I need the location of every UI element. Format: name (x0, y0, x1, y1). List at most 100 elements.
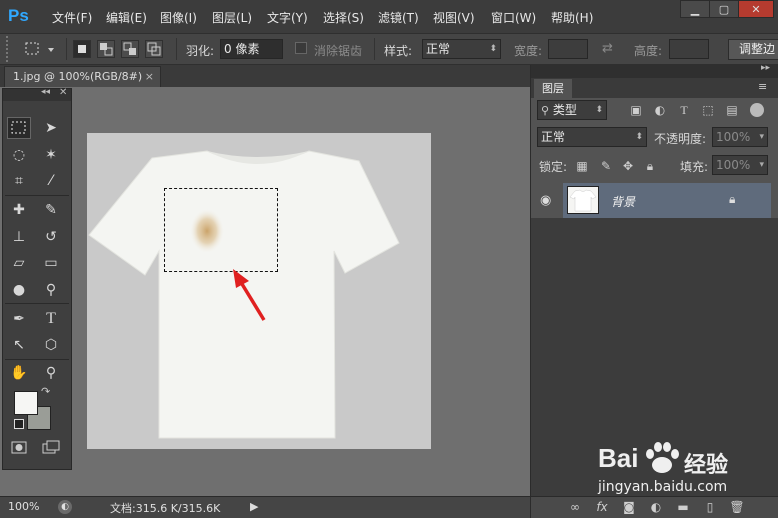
status-info-icon[interactable]: ◐ (58, 500, 72, 514)
maximize-button[interactable]: ▢ (709, 0, 739, 18)
move-tool[interactable]: ➤ (39, 117, 63, 139)
filter-adjustment-icon[interactable]: ◐ (652, 102, 668, 118)
default-colors-icon[interactable] (14, 419, 24, 429)
filter-smart-object-icon[interactable]: ▤ (724, 102, 740, 118)
gradient-tool[interactable]: ▭ (39, 252, 63, 274)
delete-layer-icon[interactable]: 🗑︎ (729, 499, 745, 515)
height-label: 高度: (634, 44, 663, 58)
select-arrows-icon: ⬍ (635, 132, 643, 142)
menu-help[interactable]: 帮助(H) (551, 9, 593, 26)
zoom-icon: ⚲ (45, 365, 57, 381)
menu-select[interactable]: 选择(S) (323, 9, 364, 26)
screen-mode-button[interactable] (39, 439, 63, 461)
refine-edge-button[interactable]: 调整边 (728, 39, 778, 60)
spot-healing-tool[interactable]: ✚ (7, 199, 31, 221)
menu-view[interactable]: 视图(V) (433, 9, 475, 26)
expand-panels-icon[interactable]: ▸▸ (761, 63, 770, 73)
feather-input[interactable]: 0 像素 (220, 39, 283, 59)
shape-tool[interactable]: ⬡ (39, 334, 63, 356)
dodge-icon: ⚲ (45, 282, 57, 298)
panel-menu-icon[interactable]: ≡ (758, 80, 767, 93)
add-selection-button[interactable] (97, 40, 115, 58)
new-group-icon[interactable]: ▬ (675, 499, 691, 515)
clone-stamp-tool[interactable]: ⊥ (7, 226, 31, 248)
menu-layer[interactable]: 图层(L) (212, 9, 252, 26)
menu-window[interactable]: 窗口(W) (491, 9, 536, 26)
link-layers-icon[interactable]: ∞ (567, 499, 583, 515)
new-selection-icon (78, 45, 86, 53)
zoom-tool[interactable]: ⚲ (39, 362, 63, 384)
width-input[interactable] (548, 39, 588, 59)
hand-tool[interactable]: ✋ (7, 362, 31, 384)
close-tab-icon[interactable]: × (145, 67, 154, 87)
divider (176, 38, 177, 60)
history-brush-tool[interactable]: ↺ (39, 226, 63, 248)
close-toolbox-icon[interactable]: ✕ (59, 87, 67, 98)
collapse-icon[interactable]: ◂◂ (41, 87, 50, 97)
tool-preset-picker[interactable] (22, 40, 58, 58)
magic-wand-tool[interactable]: ✶ (39, 144, 63, 166)
adjustment-layer-icon[interactable]: ◐ (648, 499, 664, 515)
crop-tool[interactable]: ⌗ (7, 170, 31, 192)
watermark-brand-suffix: 经验 (684, 453, 729, 478)
layer-filter-select[interactable]: ⚲ 类型 ⬍ (537, 100, 607, 120)
layer-name[interactable]: 背景 (611, 193, 635, 210)
tab-layers[interactable]: 图层 (534, 79, 572, 98)
gradient-icon: ▭ (44, 255, 58, 271)
intersect-selection-button[interactable] (145, 40, 163, 58)
menu-type[interactable]: 文字(Y) (267, 9, 308, 26)
menu-file[interactable]: 文件(F) (52, 9, 92, 26)
status-menu-arrow-icon[interactable]: ▶ (250, 500, 258, 513)
filter-pixel-icon[interactable]: ▣ (628, 102, 644, 118)
menu-image[interactable]: 图像(I) (160, 9, 197, 26)
subtract-selection-icon (123, 42, 136, 55)
antialias-checkbox[interactable] (295, 42, 307, 54)
menu-filter[interactable]: 滤镜(T) (378, 9, 419, 26)
close-window-button[interactable]: ✕ (738, 0, 774, 18)
lock-transparent-icon[interactable]: ▦ (574, 158, 590, 174)
lock-pixels-icon[interactable]: ✎ (598, 158, 614, 174)
style-select-value: 正常 (426, 42, 451, 56)
menu-edit[interactable]: 编辑(E) (106, 9, 147, 26)
fill-input[interactable]: 100% ▾ (712, 155, 768, 175)
minimize-button[interactable]: ▁ (680, 0, 710, 18)
filter-type-icon[interactable]: T (676, 102, 692, 118)
subtract-selection-button[interactable] (121, 40, 139, 58)
blend-mode-select[interactable]: 正常 ⬍ (537, 127, 647, 147)
add-mask-icon[interactable]: ◙ (621, 499, 637, 515)
status-bar: 100% ◐ 文档:315.6 K/315.6K ▶ (0, 496, 530, 518)
zoom-level[interactable]: 100% (8, 500, 39, 513)
opacity-input[interactable]: 100% ▾ (712, 127, 768, 147)
eraser-tool[interactable]: ▱ (7, 252, 31, 274)
new-selection-button[interactable] (73, 40, 91, 58)
swap-colors-icon[interactable]: ↷ (41, 385, 50, 398)
document-tab[interactable]: 1.jpg @ 100%(RGB/8#) × (4, 66, 161, 87)
photoshop-logo: Ps (8, 6, 29, 25)
foreground-color-swatch[interactable] (14, 391, 38, 415)
height-input[interactable] (669, 39, 709, 59)
path-selection-tool[interactable]: ↖ (7, 334, 31, 356)
toolbox: ◂◂ ✕ ➤ ◌ ✶ ⌗ ⁄ ✚ ✎ ⊥ ↺ ▱ ▭ ● ⚲ ✒ T ↖ ⬡ ✋… (2, 87, 72, 470)
lock-all-icon[interactable]: 🔒︎ (642, 158, 658, 174)
quick-mask-button[interactable] (7, 439, 31, 461)
layer-row[interactable]: 背景 🔒︎ (563, 183, 771, 218)
lasso-tool[interactable]: ◌ (7, 144, 31, 166)
eyedropper-tool[interactable]: ⁄ (39, 170, 63, 192)
brush-tool[interactable]: ✎ (39, 199, 63, 221)
filter-shape-icon[interactable]: ⬚ (700, 102, 716, 118)
rectangular-marquee-tool[interactable] (7, 117, 31, 139)
swap-dimensions-icon[interactable]: ⇄ (602, 42, 618, 56)
layer-style-icon[interactable]: fx (594, 499, 610, 515)
new-layer-icon[interactable]: ▯ (702, 499, 718, 515)
filter-toggle[interactable] (750, 103, 764, 117)
pen-tool[interactable]: ✒ (7, 308, 31, 330)
dodge-tool[interactable]: ⚲ (39, 279, 63, 301)
type-tool[interactable]: T (39, 308, 63, 330)
options-grip (6, 36, 13, 62)
eye-icon[interactable]: ◉ (540, 193, 551, 208)
move-icon: ➤ (45, 120, 57, 136)
panel-dock-header: ▸▸ (531, 63, 778, 78)
blur-tool[interactable]: ● (7, 279, 31, 301)
style-select[interactable]: 正常 ⬍ (422, 39, 501, 59)
lock-position-icon[interactable]: ✥ (620, 158, 636, 174)
